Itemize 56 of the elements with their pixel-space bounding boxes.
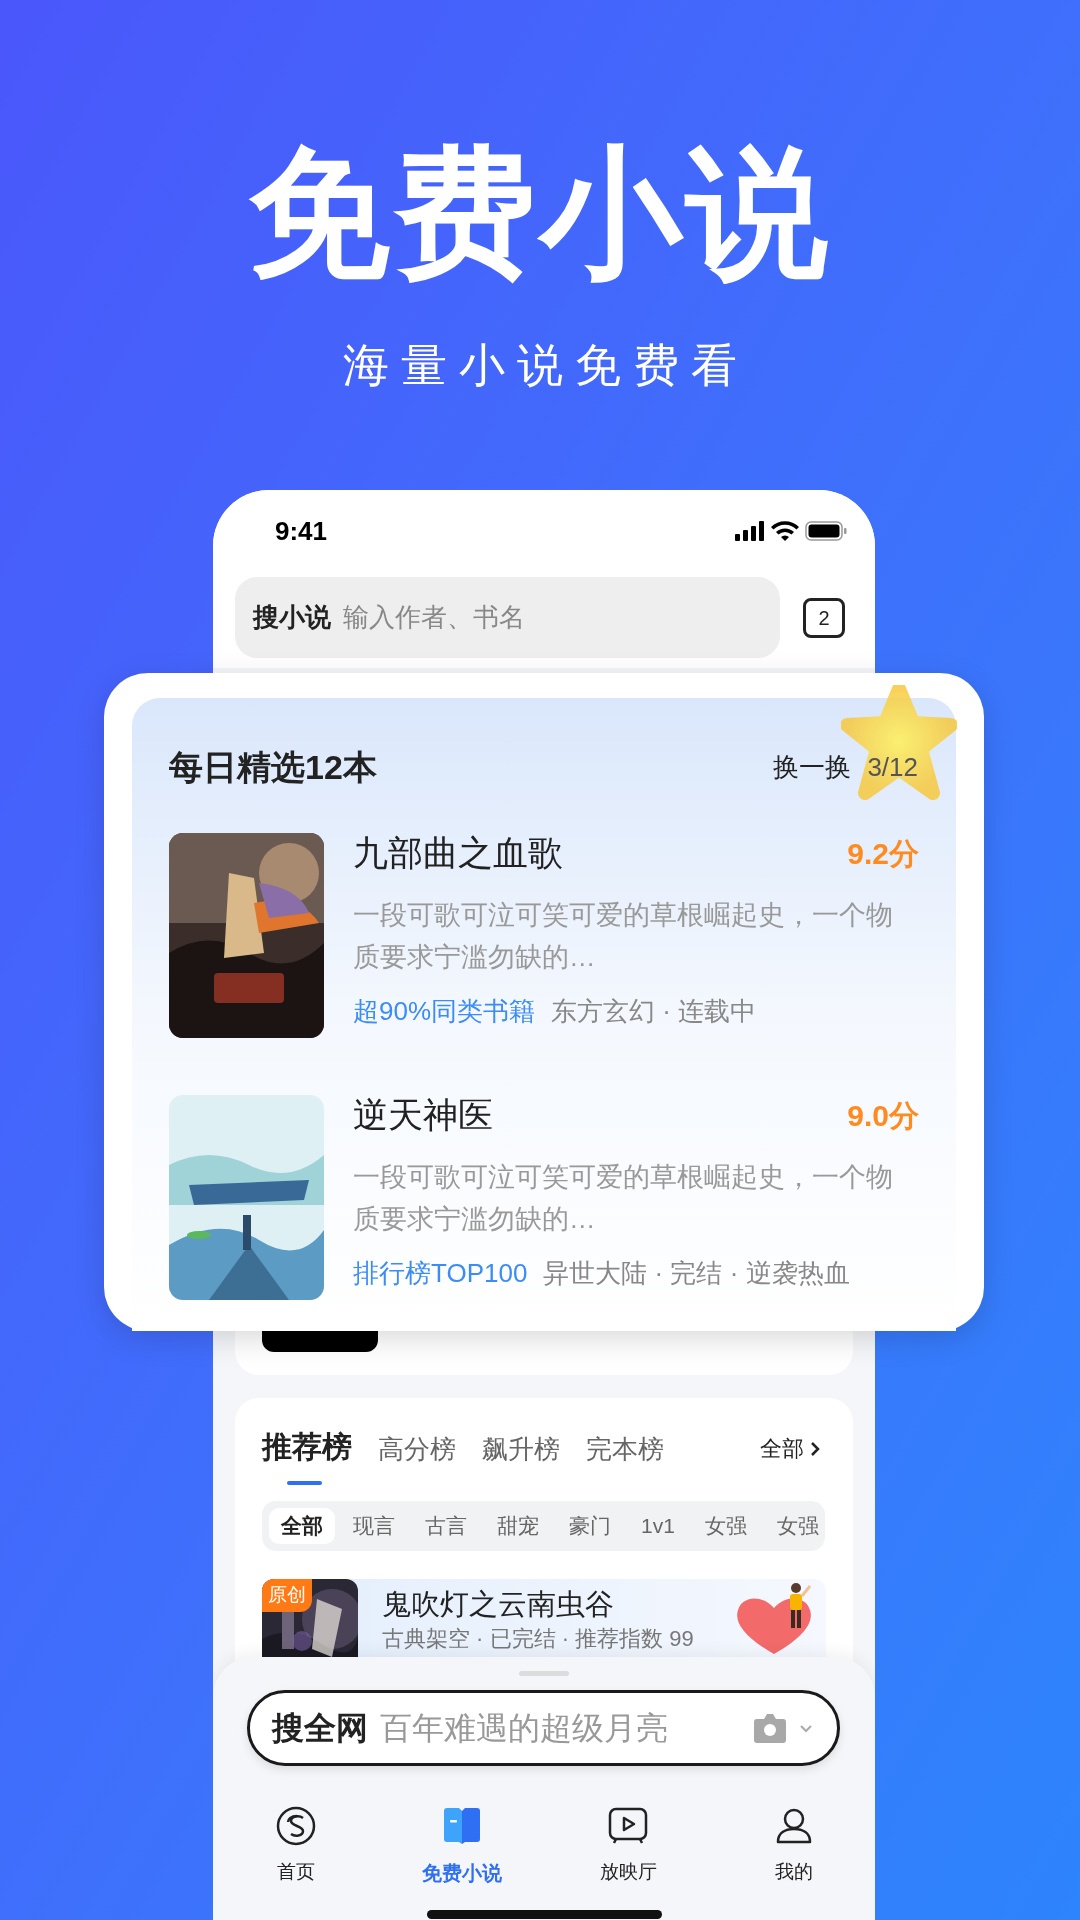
- page-counter: 3/12: [867, 751, 918, 784]
- ranking-tab[interactable]: 完本榜: [586, 1430, 664, 1469]
- battery-icon: [805, 521, 847, 541]
- book-score: 9.2分: [847, 835, 919, 872]
- book-title: 鬼吹灯之云南虫谷: [382, 1587, 615, 1621]
- signal-icon: [735, 521, 765, 541]
- book-description: 一段可歌可泣可笑可爱的草根崛起史，一个物质要求宁滥勿缺的…: [353, 898, 894, 974]
- category-chip[interactable]: 1v1: [629, 1508, 687, 1544]
- category-chip[interactable]: 现言: [341, 1508, 407, 1544]
- category-chip[interactable]: 女强: [764, 1508, 825, 1544]
- search-placeholder: 百年难遇的超级月亮: [380, 1709, 668, 1748]
- web-search-field[interactable]: 搜全网 百年难遇的超级月亮: [247, 1690, 840, 1766]
- original-badge: 原创: [262, 1579, 312, 1612]
- ranking-tab[interactable]: 飙升榜: [482, 1430, 560, 1469]
- nav-tab[interactable]: 免费小说: [379, 1806, 545, 1888]
- book-title: 逆天神医: [353, 1094, 493, 1136]
- promo-subtitle: 海量小说免费看: [342, 342, 749, 388]
- nav-tab[interactable]: 我的: [711, 1806, 875, 1888]
- refresh-link[interactable]: 换一换: [773, 748, 852, 787]
- tab-count-button[interactable]: 2: [803, 597, 845, 638]
- book-highlight: 超90%同类书籍: [353, 994, 536, 1028]
- book-tags: 东方玄幻 · 连载中: [551, 991, 757, 1031]
- category-chip[interactable]: 古言: [413, 1508, 479, 1544]
- category-chip[interactable]: 甜宠: [485, 1508, 551, 1544]
- book-tags: 异世大陆 · 完结 · 逆袭热血: [543, 1253, 850, 1293]
- section-title: 每日精选12本: [169, 747, 377, 788]
- all-link[interactable]: 全部: [760, 1432, 820, 1469]
- ranking-tab[interactable]: 高分榜: [378, 1430, 456, 1469]
- promo-title: 免费小说: [248, 142, 832, 284]
- nav-tab[interactable]: 首页: [213, 1806, 379, 1888]
- book-score: 9.0分: [847, 1097, 919, 1134]
- camera-icon[interactable]: [753, 1713, 787, 1743]
- book-icon: [442, 1806, 482, 1846]
- nav-tab[interactable]: 放映厅: [545, 1806, 711, 1888]
- wifi-icon: [771, 521, 799, 541]
- book-meta: 古典架空 · 已完结 · 推荐指数 99: [382, 1625, 694, 1653]
- category-chip[interactable]: 女强: [692, 1508, 759, 1544]
- tab-indicator: [287, 1481, 322, 1485]
- person-icon: [774, 1806, 814, 1846]
- category-chip[interactable]: 全部: [269, 1508, 335, 1544]
- search-label: 搜全网: [272, 1709, 368, 1748]
- home-icon: [276, 1806, 316, 1846]
- book-description: 一段可歌可泣可笑可爱的草根崛起史，一个物质要求宁滥勿缺的…: [353, 1160, 894, 1236]
- search-placeholder: 输入作者、书名: [343, 601, 525, 634]
- search-label: 搜小说: [253, 601, 331, 634]
- search-field[interactable]: 搜小说 输入作者、书名: [235, 577, 780, 658]
- category-chip[interactable]: 豪门: [557, 1508, 623, 1544]
- play-icon: [608, 1806, 648, 1846]
- sheet-handle[interactable]: [519, 1671, 569, 1676]
- chevron-right-icon: [810, 1440, 820, 1457]
- book-title: 九部曲之血歌: [353, 832, 563, 874]
- ranking-row[interactable]: 原创 鬼吹灯之云南虫谷 古典架空 · 已完结 · 推荐指数 99: [262, 1579, 826, 1657]
- book-highlight: 排行榜TOP100: [353, 1256, 528, 1290]
- chevron-down-icon[interactable]: [799, 1723, 813, 1733]
- ranking-tab[interactable]: 推荐榜: [262, 1424, 352, 1469]
- status-time: 9:41: [275, 514, 328, 548]
